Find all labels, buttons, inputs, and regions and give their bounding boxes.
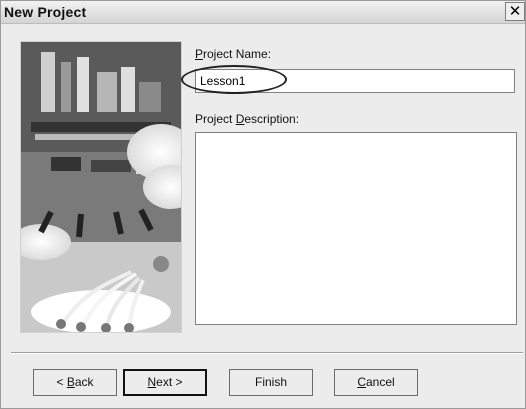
next-accel: N <box>147 375 157 389</box>
cancel-accel: C <box>357 375 366 389</box>
project-description-label-pre: Project <box>195 112 236 126</box>
project-description-input[interactable] <box>195 132 517 325</box>
title-bar[interactable]: New Project ✕ <box>1 1 525 24</box>
back-button-prefix: < <box>56 375 67 389</box>
close-button[interactable]: ✕ <box>505 2 525 21</box>
back-accel: B <box>66 375 75 389</box>
project-name-accel: P <box>195 47 204 61</box>
project-description-label-text: escription: <box>244 112 300 126</box>
close-icon: ✕ <box>508 3 522 20</box>
next-button-text: ext > <box>156 375 183 389</box>
back-button-text: ack <box>74 375 94 389</box>
dialog-title: New Project <box>4 4 87 20</box>
cancel-button[interactable]: Cancel <box>334 369 418 396</box>
wizard-illustration <box>20 41 182 333</box>
finish-button-text: Finish <box>254 375 287 389</box>
circuit-board-image <box>21 42 181 332</box>
new-project-dialog: New Project ✕ Project Name: Lesson1 Proj… <box>0 0 526 409</box>
back-button[interactable]: < Back <box>33 369 117 396</box>
project-name-input[interactable] <box>195 69 515 93</box>
finish-button[interactable]: Finish <box>229 369 313 396</box>
button-separator <box>11 352 523 354</box>
project-name-label: Project Name: <box>195 47 271 61</box>
next-button[interactable]: Next > <box>123 369 207 396</box>
cancel-button-text: ancel <box>365 375 395 389</box>
project-description-label: Project Description: <box>195 112 299 126</box>
project-name-label-text: roject Name: <box>203 47 272 61</box>
